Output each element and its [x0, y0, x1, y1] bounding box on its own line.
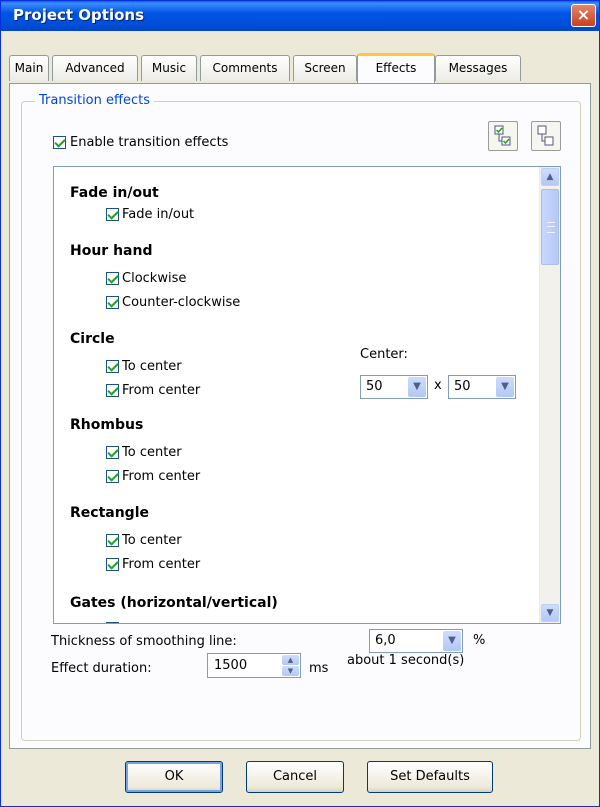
tab-advanced[interactable]: Advanced	[52, 55, 138, 81]
uncheck-all-button[interactable]	[531, 121, 561, 151]
duration-spinner[interactable]: 1500 ▲ ▼	[207, 653, 301, 678]
circle-to-center-checkbox[interactable]	[106, 360, 119, 373]
option-rectangle-to-center[interactable]: To center	[106, 533, 182, 548]
chevron-down-icon: ▼	[546, 608, 554, 618]
smoothing-value: 6,0	[375, 633, 396, 648]
spin-down-icon[interactable]: ▼	[282, 666, 299, 676]
center-x-combo[interactable]: 50 ▼	[360, 375, 428, 399]
center-separator: x	[434, 378, 442, 393]
close-button[interactable]: ×	[571, 4, 596, 27]
effects-list[interactable]: Fade in/out Fade in/out Hour hand Clockw…	[53, 166, 561, 624]
chevron-up-icon: ▲	[546, 172, 554, 182]
close-icon: ×	[576, 5, 591, 24]
fade-checkbox[interactable]	[106, 208, 119, 221]
tab-effects[interactable]: Effects	[357, 53, 435, 83]
rhombus-from-center-label: From center	[122, 469, 201, 484]
project-options-dialog: Project Options × Main Advanced Music Co…	[0, 0, 600, 807]
duration-spin-buttons: ▲ ▼	[282, 655, 299, 676]
option-fade-in-out[interactable]: Fade in/out	[106, 207, 194, 222]
option-circle-from-center[interactable]: From center	[106, 383, 200, 398]
gates-checkbox[interactable]	[106, 622, 119, 623]
counter-clockwise-label: Counter-clockwise	[122, 295, 241, 310]
heading-circle: Circle	[70, 331, 115, 347]
option-circle-to-center[interactable]: To center	[106, 359, 182, 374]
uncheck-all-icon	[537, 125, 554, 146]
chevron-down-icon: ▼	[408, 377, 426, 397]
set-defaults-button[interactable]: Set Defaults	[367, 761, 493, 793]
chevron-down-icon: ▼	[443, 631, 461, 651]
circle-to-center-label: To center	[122, 359, 182, 374]
spin-up-icon[interactable]: ▲	[282, 655, 299, 665]
scroll-down-button[interactable]: ▼	[541, 604, 559, 622]
tab-music[interactable]: Music	[141, 55, 197, 81]
rectangle-to-center-checkbox[interactable]	[106, 534, 119, 547]
rhombus-from-center-checkbox[interactable]	[106, 470, 119, 483]
center-label: Center:	[360, 347, 408, 362]
smoothing-combo[interactable]: 6,0 ▼	[369, 629, 463, 653]
title-bar[interactable]: Project Options ×	[1, 1, 599, 31]
tab-messages[interactable]: Messages	[435, 55, 521, 81]
option-gates-partial[interactable]	[106, 621, 119, 623]
check-all-icon	[494, 125, 511, 146]
center-y-combo[interactable]: 50 ▼	[448, 375, 516, 399]
smoothing-label: Thickness of smoothing line:	[51, 634, 237, 649]
option-rhombus-from-center[interactable]: From center	[106, 469, 200, 484]
center-x-value: 50	[366, 379, 383, 394]
rectangle-from-center-label: From center	[122, 557, 201, 572]
rhombus-to-center-label: To center	[122, 445, 182, 460]
tab-main[interactable]: Main	[9, 55, 49, 81]
clockwise-label: Clockwise	[122, 271, 187, 286]
ok-button[interactable]: OK	[125, 761, 223, 793]
rectangle-from-center-checkbox[interactable]	[106, 558, 119, 571]
list-scrollbar[interactable]: ▲ ▼	[539, 167, 560, 623]
option-clockwise[interactable]: Clockwise	[106, 271, 186, 286]
enable-transition-checkbox[interactable]	[53, 136, 66, 149]
option-counter-clockwise[interactable]: Counter-clockwise	[106, 295, 240, 310]
smoothing-unit: %	[473, 633, 486, 648]
option-rhombus-to-center[interactable]: To center	[106, 445, 182, 460]
cancel-button[interactable]: Cancel	[246, 761, 344, 793]
heading-fade: Fade in/out	[70, 185, 159, 201]
scroll-up-button[interactable]: ▲	[541, 168, 559, 186]
check-all-button[interactable]	[488, 121, 518, 151]
scroll-thumb[interactable]	[541, 189, 559, 265]
circle-from-center-checkbox[interactable]	[106, 384, 119, 397]
counter-clockwise-checkbox[interactable]	[106, 296, 119, 309]
chevron-down-icon: ▼	[496, 377, 514, 397]
tab-comments[interactable]: Comments	[200, 55, 290, 81]
fade-label: Fade in/out	[122, 207, 195, 222]
enable-transition-label: Enable transition effects	[70, 135, 229, 150]
duration-unit: ms	[309, 661, 329, 676]
group-legend: Transition effects	[35, 93, 154, 108]
duration-label: Effect duration:	[51, 661, 152, 676]
tab-screen[interactable]: Screen	[293, 55, 357, 81]
circle-from-center-label: From center	[122, 383, 201, 398]
duration-note: about 1 second(s)	[347, 653, 465, 668]
center-y-value: 50	[454, 379, 471, 394]
heading-rectangle: Rectangle	[70, 505, 149, 521]
option-rectangle-from-center[interactable]: From center	[106, 557, 200, 572]
grip-icon	[547, 222, 555, 233]
heading-gates: Gates (horizontal/vertical)	[70, 595, 278, 611]
heading-rhombus: Rhombus	[70, 417, 144, 433]
rectangle-to-center-label: To center	[122, 533, 182, 548]
clockwise-checkbox[interactable]	[106, 272, 119, 285]
enable-transition-row[interactable]: Enable transition effects	[53, 135, 228, 150]
duration-value: 1500	[214, 658, 248, 673]
heading-hour-hand: Hour hand	[70, 243, 153, 259]
rhombus-to-center-checkbox[interactable]	[106, 446, 119, 459]
window-title: Project Options	[13, 6, 145, 24]
